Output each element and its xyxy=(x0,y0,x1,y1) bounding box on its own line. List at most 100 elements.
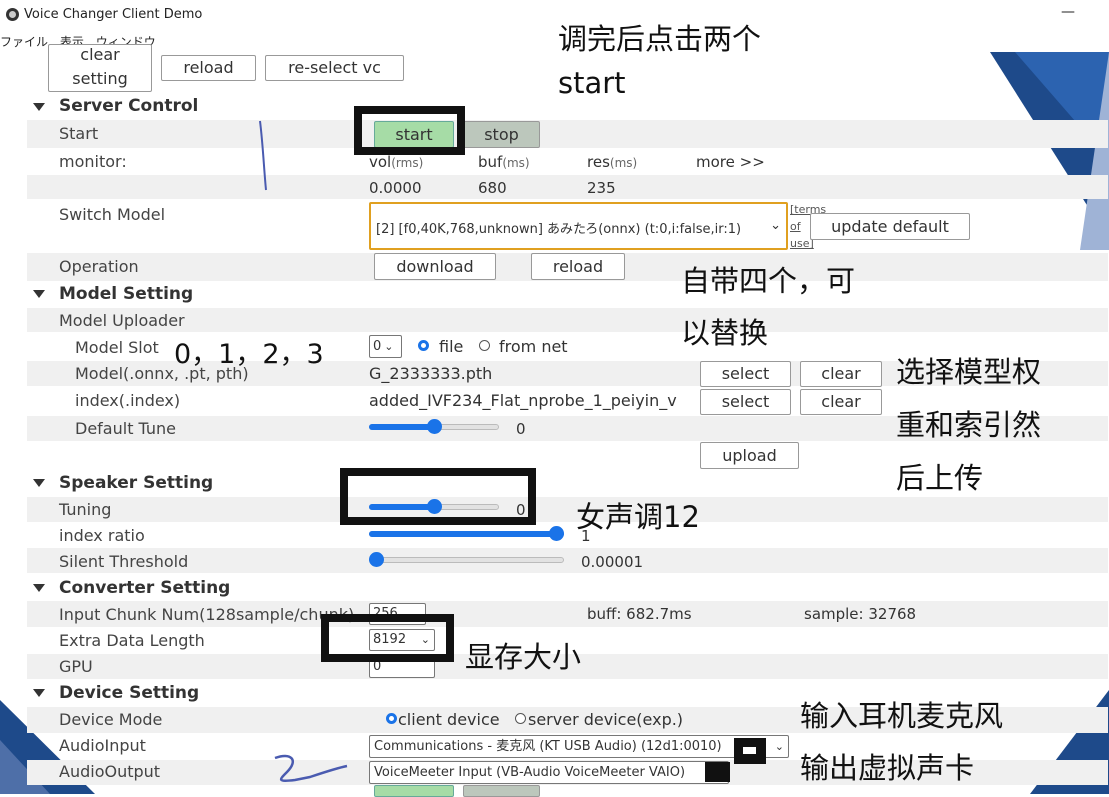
annotation-start-line2: start xyxy=(558,66,626,100)
device-setting-collapse-icon[interactable] xyxy=(33,689,45,697)
silent-threshold-track xyxy=(369,557,564,563)
buf-heading: buf(ms) xyxy=(478,153,530,171)
annotation-box-output xyxy=(705,762,730,782)
model-file-name: G_2333333.pth xyxy=(369,364,493,383)
sample-text: sample: 32768 xyxy=(804,605,917,623)
client-device-radio[interactable] xyxy=(386,713,397,724)
start-row xyxy=(27,120,1108,148)
tuning-label: Tuning xyxy=(59,500,112,519)
from-net-radio[interactable] xyxy=(479,340,490,351)
converter-setting-collapse-icon[interactable] xyxy=(33,584,45,592)
annotation-box-start xyxy=(354,106,465,155)
annotation-start-line1: 调完后点击两个 xyxy=(558,22,762,56)
model-uploader-label: Model Uploader xyxy=(59,311,185,330)
vol-value: 0.0000 xyxy=(369,179,422,197)
reload-model-button[interactable]: reload xyxy=(531,253,625,280)
index-file-label: index(.index) xyxy=(75,391,181,410)
gpu-label: GPU xyxy=(59,657,93,676)
buff-text: buff: 682.7ms xyxy=(587,605,692,623)
res-text: res xyxy=(587,153,610,171)
silent-threshold-label: Silent Threshold xyxy=(59,552,189,571)
from-net-option-label: from net xyxy=(499,337,568,356)
reload-top-button[interactable]: reload xyxy=(161,55,256,81)
index-ratio-thumb[interactable] xyxy=(549,526,564,541)
index-clear-button[interactable]: clear xyxy=(800,389,882,415)
index-ratio-slider[interactable] xyxy=(369,526,564,542)
audio-output-select[interactable]: VoiceMeeter Input (VB-Audio VoiceMeeter … xyxy=(369,761,729,784)
server-control-title: Server Control xyxy=(59,96,199,116)
default-tune-thumb[interactable] xyxy=(427,419,442,434)
extra-data-length-label: Extra Data Length xyxy=(59,631,205,650)
annotation-box-extra-data xyxy=(321,614,454,662)
model-select-button[interactable]: select xyxy=(700,361,791,387)
audio-input-label: AudioInput xyxy=(59,736,146,755)
index-file-name: added_IVF234_Flat_nprobe_1_peiyin_v xyxy=(369,391,677,410)
chevron-down-icon: ⌄ xyxy=(770,218,781,233)
update-default-button[interactable]: update default xyxy=(810,213,970,240)
clear-setting-button[interactable]: clear setting xyxy=(48,44,152,92)
model-select[interactable]: [2] [f0,40K,768,unknown] あみたろ(onnx) (t:0… xyxy=(369,202,788,250)
silent-threshold-value: 0.00001 xyxy=(581,553,644,571)
file-radio[interactable] xyxy=(418,340,429,351)
reselect-vc-button[interactable]: re-select vc xyxy=(265,55,404,81)
res-value: 235 xyxy=(587,179,616,197)
monitor-label: monitor: xyxy=(59,152,127,171)
model-uploader-row xyxy=(27,308,1108,332)
device-setting-title: Device Setting xyxy=(59,683,200,703)
vol-heading: vol(rms) xyxy=(369,153,423,171)
server-control-collapse-icon[interactable] xyxy=(33,103,45,111)
model-slot-label: Model Slot xyxy=(75,338,159,357)
converter-setting-title: Converter Setting xyxy=(59,578,231,598)
server-device-label: server device(exp.) xyxy=(528,710,684,729)
annotation-model-line2: 以替换 xyxy=(681,316,769,350)
speaker-setting-title: Speaker Setting xyxy=(59,473,214,493)
file-option-label: file xyxy=(439,337,464,356)
audio-input-select[interactable]: Communications - 麦克风 (KT USB Audio) (12d… xyxy=(369,735,789,758)
bottom-stop-button[interactable] xyxy=(463,785,540,797)
annotation-upload-line1: 选择模型权 xyxy=(896,355,1042,389)
annotation-stroke-2 xyxy=(274,754,348,782)
model-setting-collapse-icon[interactable] xyxy=(33,290,45,298)
clear-setting-line2: setting xyxy=(72,69,128,88)
buf-value: 680 xyxy=(478,179,507,197)
audio-input-value: Communications - 麦克风 (KT USB Audio) (12d… xyxy=(374,739,722,754)
res-unit: (ms) xyxy=(609,156,638,170)
operation-label: Operation xyxy=(59,257,139,276)
index-ratio-fill xyxy=(369,531,564,537)
default-tune-slider[interactable] xyxy=(369,419,499,435)
buf-unit: (ms) xyxy=(502,156,530,170)
res-heading: res(ms) xyxy=(587,153,637,171)
chevron-down-icon: ⌄ xyxy=(384,340,394,353)
minimize-button[interactable]: — xyxy=(1058,4,1078,20)
annotation-slot-note: 0，1，2，3 xyxy=(174,339,324,370)
model-slot-select[interactable]: 0 ⌄ xyxy=(369,335,402,358)
annotation-vram-note: 显存大小 xyxy=(465,640,582,674)
annotation-tuning-note: 女声调12 xyxy=(576,500,700,534)
annotation-box-input xyxy=(734,738,766,764)
stop-button[interactable]: stop xyxy=(463,121,540,148)
menu-file[interactable]: ファイル xyxy=(0,35,48,49)
more-link[interactable]: more >> xyxy=(696,153,765,171)
silent-threshold-slider[interactable] xyxy=(369,552,564,568)
index-select-button[interactable]: select xyxy=(700,389,791,415)
annotation-start-note: 调完后点击两个 start xyxy=(558,16,761,100)
model-select-value: [2] [f0,40K,768,unknown] あみたろ(onnx) (t:0… xyxy=(376,222,742,237)
upload-button[interactable]: upload xyxy=(700,442,799,469)
annotation-device-note: 输入耳机麦克风 输出虚拟声卡 xyxy=(800,690,1003,794)
vol-text: vol xyxy=(369,153,392,171)
download-button[interactable]: download xyxy=(374,253,496,280)
monitor-values-row xyxy=(27,175,1108,199)
annotation-box-input-mark xyxy=(743,747,756,754)
silent-threshold-thumb[interactable] xyxy=(369,552,384,567)
silent-threshold-row xyxy=(27,548,1108,573)
annotation-device-line2: 输出虚拟声卡 xyxy=(800,751,975,785)
speaker-setting-collapse-icon[interactable] xyxy=(33,479,45,487)
model-clear-button[interactable]: clear xyxy=(800,361,882,387)
bottom-start-button[interactable] xyxy=(374,785,454,797)
annotation-upload-note: 选择模型权 重和索引然 后上传 xyxy=(896,346,1041,505)
app-icon xyxy=(6,8,19,21)
model-setting-title: Model Setting xyxy=(59,284,194,304)
server-device-radio[interactable] xyxy=(515,713,526,724)
default-tune-fill xyxy=(369,424,434,430)
client-device-label: client device xyxy=(398,710,500,729)
